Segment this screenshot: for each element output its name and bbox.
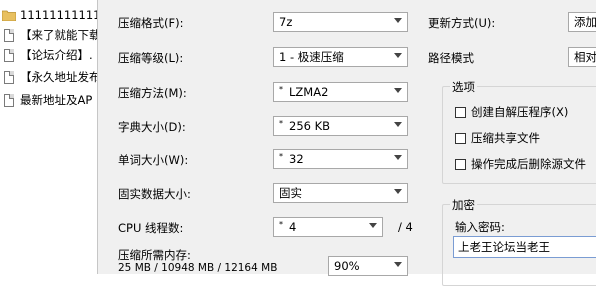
- level-select[interactable]: 1 - 极速压缩: [273, 47, 408, 67]
- dict-label: 字典大小(D):: [118, 120, 186, 134]
- path-select[interactable]: 相对: [568, 47, 596, 67]
- tree-item-file[interactable]: 【来了就能下载: [2, 25, 101, 45]
- default-marker-icon: *: [279, 219, 283, 229]
- format-label: 压缩格式(F):: [118, 16, 184, 30]
- dict-value: 256 KB: [289, 119, 331, 133]
- chevron-down-icon: [394, 53, 402, 58]
- format-value: 7z: [279, 15, 293, 29]
- delete-source-label: 操作完成后删除源文件: [471, 157, 586, 171]
- dict-select[interactable]: * 256 KB: [273, 116, 408, 136]
- word-value: 32: [289, 152, 304, 166]
- format-select[interactable]: 7z: [273, 12, 408, 32]
- document-icon: [2, 92, 16, 108]
- chevron-down-icon: [394, 155, 402, 160]
- tree-item-label: 11111111111: [20, 8, 101, 22]
- solid-label: 固实数据大小:: [118, 187, 191, 201]
- shared-label: 压缩共享文件: [471, 131, 540, 145]
- shared-checkbox[interactable]: [455, 132, 466, 144]
- delete-source-checkbox[interactable]: [455, 158, 466, 170]
- threads-value: 4: [289, 220, 297, 234]
- document-icon: [2, 27, 16, 43]
- default-marker-icon: *: [279, 118, 283, 128]
- update-label: 更新方式(U):: [428, 16, 496, 30]
- options-title: 选项: [450, 79, 477, 95]
- memory-label: 压缩所需内存:: [118, 248, 191, 262]
- delete-source-checkbox-row[interactable]: 操作完成后删除源文件: [455, 156, 586, 172]
- chevron-down-icon: [394, 189, 402, 194]
- method-label: 压缩方法(M):: [118, 86, 187, 100]
- password-label: 输入密码:: [455, 220, 505, 234]
- memory-percent-select[interactable]: 90%: [328, 256, 408, 276]
- update-value: 添加: [574, 15, 596, 29]
- chevron-down-icon: [394, 122, 402, 127]
- chevron-down-icon: [394, 262, 402, 267]
- tree-item-file[interactable]: 最新地址及AP: [2, 90, 92, 110]
- path-label: 路径模式: [428, 51, 474, 65]
- sfx-checkbox[interactable]: [455, 106, 466, 118]
- password-value: 上老王论坛当老王: [458, 240, 550, 254]
- chevron-down-icon: [369, 223, 377, 228]
- memory-percent-value: 90%: [334, 259, 360, 273]
- folder-icon: [2, 7, 16, 23]
- memory-values: 25 MB / 10948 MB / 12164 MB: [118, 262, 278, 274]
- threads-select[interactable]: * 4: [273, 217, 383, 237]
- update-select[interactable]: 添加: [568, 12, 596, 32]
- default-marker-icon: *: [279, 84, 283, 94]
- tree-item-folder[interactable]: 11111111111: [2, 5, 100, 25]
- tree-item-label: 【永久地址发布: [20, 70, 101, 84]
- compression-dialog: 压缩格式(F): 压缩等级(L): 压缩方法(M): 字典大小(D): 单词大小…: [97, 0, 596, 286]
- encryption-title: 加密: [450, 197, 477, 213]
- threads-label: CPU 线程数:: [118, 221, 184, 235]
- solid-value: 固实: [279, 186, 302, 200]
- chevron-down-icon: [394, 18, 402, 23]
- sfx-checkbox-row[interactable]: 创建自解压程序(X): [455, 104, 568, 120]
- word-label: 单词大小(W):: [118, 153, 189, 167]
- level-label: 压缩等级(L):: [118, 51, 184, 65]
- document-icon: [2, 47, 16, 63]
- default-marker-icon: *: [279, 151, 283, 161]
- level-value: 1 - 极速压缩: [279, 50, 344, 64]
- tree-item-file[interactable]: 【永久地址发布: [2, 67, 101, 87]
- tree-item-file[interactable]: 【论坛介绍】.: [2, 45, 93, 65]
- document-icon: [2, 69, 16, 85]
- sfx-label: 创建自解压程序(X): [471, 105, 569, 119]
- chevron-down-icon: [394, 88, 402, 93]
- threads-max: / 4: [398, 220, 413, 234]
- shared-checkbox-row[interactable]: 压缩共享文件: [455, 130, 540, 146]
- word-select[interactable]: * 32: [273, 149, 408, 169]
- tree-item-label: 最新地址及AP: [20, 93, 93, 107]
- password-input[interactable]: 上老王论坛当老王: [453, 236, 596, 258]
- tree-item-label: 【论坛介绍】.: [20, 48, 93, 62]
- tree-item-label: 【来了就能下载: [20, 28, 101, 42]
- solid-select[interactable]: 固实: [273, 183, 408, 203]
- method-select[interactable]: * LZMA2: [273, 82, 408, 102]
- method-value: LZMA2: [289, 85, 329, 99]
- path-value: 相对: [574, 50, 596, 64]
